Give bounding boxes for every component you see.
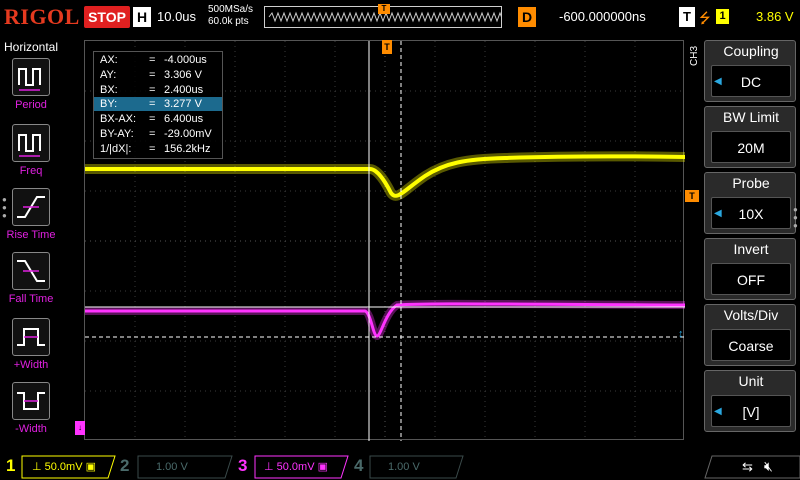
cursor-row-inv-dx: 1/|dX|: = 156.2kHz	[100, 143, 211, 155]
panel-title: Horizontal	[3, 40, 59, 54]
channel-1-number[interactable]: 1	[6, 456, 15, 476]
measure-rise-time[interactable]: Rise Time	[2, 188, 60, 250]
channel-3-scale[interactable]: ⊥ 50.0mV ▣	[258, 457, 336, 477]
measure-positive-width[interactable]: +Width	[2, 318, 60, 380]
period-icon	[12, 58, 50, 96]
cursor-row-by-ay: BY-AY: = -29.00mV	[100, 128, 212, 140]
page-indicator-right: ● ● ●	[793, 205, 798, 230]
top-status-bar: RIGOL STOP H 10.0us 500MSa/s 60.0k pts T…	[0, 0, 800, 36]
channel-2-number[interactable]: 2	[120, 456, 129, 476]
measure-period[interactable]: Period	[2, 58, 60, 120]
sample-rate-info: 500MSa/s 60.0k pts	[208, 4, 253, 28]
measure-label: Fall Time	[8, 293, 54, 305]
horizontal-badge: H	[133, 7, 151, 27]
left-arrow-icon: ◀	[714, 208, 722, 219]
delay-badge: D	[518, 7, 536, 27]
timebase-value[interactable]: 10.0us	[157, 9, 196, 24]
horizontal-measure-panel: Horizontal Period Freq Rise Time Fall Ti…	[0, 38, 62, 442]
rise-time-icon	[12, 188, 50, 226]
brand-logo: RIGOL	[4, 4, 80, 29]
cursor-row-ay: AY: = 3.306 V	[100, 69, 202, 81]
bw-limit-button[interactable]: BW Limit 20M	[704, 106, 796, 168]
measure-label: +Width	[13, 359, 49, 371]
sample-rate: 500MSa/s	[208, 4, 254, 15]
cursor-row-ax: AX: = -4.000us	[100, 54, 207, 66]
cursor-readout-panel: AX: = -4.000us AY: = 3.306 V BX: = 2.400us BY:…	[93, 51, 223, 159]
channel-3-number[interactable]: 3	[238, 456, 247, 476]
cursor-row-bx-ax: BX-AX: = 6.400us	[100, 113, 204, 125]
invert-button[interactable]: Invert OFF	[704, 238, 796, 300]
trigger-source: 1	[716, 9, 729, 24]
channel-3-offset-marker[interactable]: ↓	[75, 421, 85, 435]
trigger-level[interactable]: 3.86 V	[756, 9, 794, 24]
positive-width-icon	[12, 318, 50, 356]
cursor-b-arrow-icon: ↕	[678, 328, 684, 340]
channel-4-number[interactable]: 4	[354, 456, 363, 476]
cursor-row-by[interactable]: BY: = 3.277 V	[94, 97, 222, 111]
measure-label: Freq	[19, 165, 43, 177]
measure-frequency[interactable]: Freq	[2, 124, 60, 186]
trigger-badge: T	[679, 7, 695, 27]
speaker-muted-icon[interactable]: 🔇︎	[764, 458, 773, 475]
run-stop-indicator[interactable]: STOP	[84, 6, 130, 28]
channel-menu: Coupling DC ◀ BW Limit 20M Probe 10X ◀ I…	[704, 40, 800, 440]
coupling-button[interactable]: Coupling DC ◀	[704, 40, 796, 102]
negative-width-icon	[12, 382, 50, 420]
memory-depth: 60.0k pts	[208, 16, 249, 27]
measure-negative-width[interactable]: -Width	[2, 382, 60, 444]
channel-4-scale[interactable]: 1.00 V	[382, 457, 460, 477]
cursor-row-bx: BX: = 2.400us	[100, 84, 204, 96]
measure-label: Period	[15, 99, 47, 111]
channel-1-trace	[85, 151, 686, 201]
trigger-time-marker[interactable]: T	[382, 40, 392, 54]
fall-time-icon	[12, 252, 50, 290]
menu-channel-tag: CH3	[689, 45, 700, 66]
channel-2-scale[interactable]: 1.00 V	[150, 457, 228, 477]
delay-value[interactable]: -600.000000ns	[559, 9, 646, 24]
volts-div-button[interactable]: Volts/Div Coarse	[704, 304, 796, 366]
channel-1-scale[interactable]: ⊥ 50.0mV ▣	[26, 457, 104, 477]
page-indicator-left: ● ● ●	[2, 195, 7, 220]
frequency-icon	[12, 124, 50, 162]
channel-3-trace	[85, 299, 686, 341]
trigger-level-marker[interactable]: T	[685, 190, 699, 202]
measure-label: Rise Time	[6, 229, 56, 241]
falling-edge-icon: ⭍	[699, 10, 711, 26]
measure-label: -Width	[15, 423, 47, 435]
measure-fall-time[interactable]: Fall Time	[2, 252, 60, 314]
channel-status-bar: 1 ⊥ 50.0mV ▣ 2 1.00 V 3 ⊥ 50.0mV ▣ 4 1.0…	[0, 452, 800, 480]
overview-trace	[268, 11, 504, 23]
trigger-position-marker: T	[378, 4, 390, 14]
probe-button[interactable]: Probe 10X ◀	[704, 172, 796, 234]
unit-button[interactable]: Unit [V] ◀	[704, 370, 796, 432]
left-arrow-icon: ◀	[714, 406, 722, 417]
left-arrow-icon: ◀	[714, 76, 722, 87]
usb-icon: ⇆	[742, 459, 753, 474]
